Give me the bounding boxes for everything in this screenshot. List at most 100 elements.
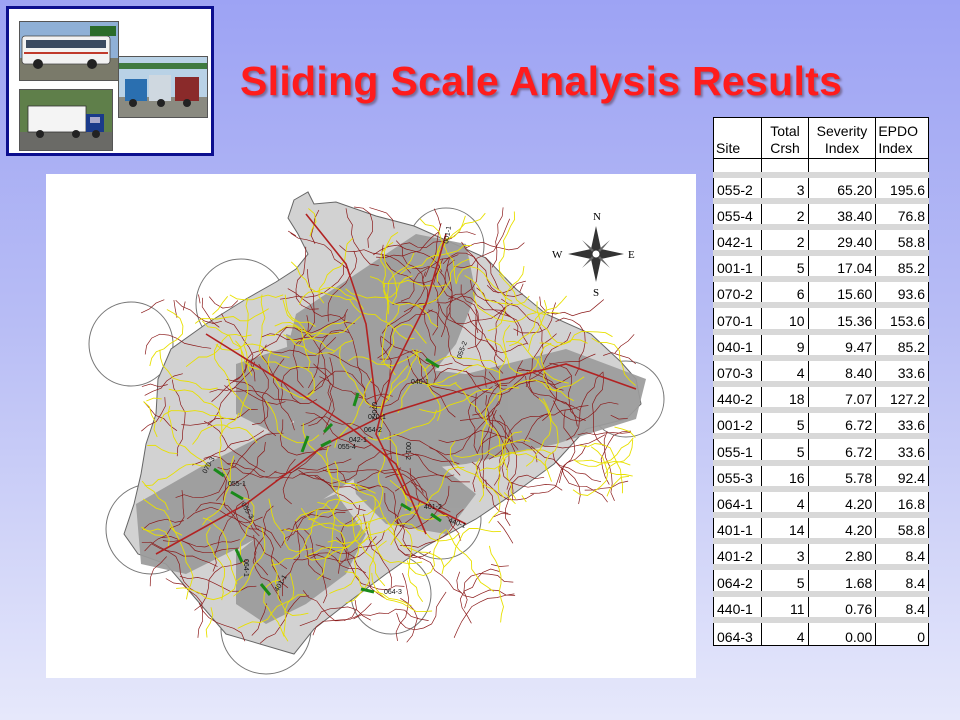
road-segment [519,283,524,293]
table-row: 055-2 3 65.20 195.6 [712,171,929,202]
cell-epdo-index: 33.6 [875,407,929,437]
cell-site: 070-1 [712,302,763,333]
road-segment [498,211,516,278]
cell-epdo-index: 127.2 [875,380,929,411]
compass-e: E [628,249,635,261]
road-segment [497,520,514,544]
table-row: 401-2 3 2.80 8.4 [712,538,929,568]
cell-total-crsh: 3 [761,538,809,568]
road-segment [605,439,634,475]
cell-site: 064-3 [712,616,763,647]
table-row: 064-3 4 0.00 0 [712,616,929,647]
cell-severity-index: 1.68 [807,564,877,595]
table-row: 055-4 2 38.40 76.8 [712,197,929,228]
site-label: 042-1 [349,437,367,444]
cell-site: 401-1 [712,511,763,542]
cell-epdo-index: 153.6 [875,302,929,333]
table-row: 001-1 5 17.04 85.2 [712,250,929,280]
site-label: 055-1 [228,481,246,488]
table-spacer-row [712,158,929,175]
road-segment [491,564,509,567]
cell-severity-index: 29.40 [807,223,877,254]
cell-site: 001-2 [712,407,763,437]
cell-total-crsh: 16 [761,459,809,490]
road-segment [453,593,515,638]
cell-total-crsh: 5 [761,433,809,464]
table-row: 070-1 10 15.36 153.6 [712,302,929,333]
cell-epdo-index: 33.6 [875,354,929,385]
cell-site: 064-2 [712,564,763,595]
cell-epdo-index: 33.6 [875,433,929,464]
cell-severity-index: 0.76 [807,590,877,621]
table-row: 440-2 18 7.07 127.2 [712,380,929,411]
cell-epdo-index: 92.4 [875,459,929,490]
cell-severity-index: 7.07 [807,380,877,411]
cell-epdo-index: 58.8 [875,223,929,254]
cell-epdo-index: 8.4 [875,590,929,621]
slide-title: Sliding Scale Analysis Results [240,58,843,104]
cell-site: 064-1 [712,485,763,516]
table-row: 055-1 5 6.72 33.6 [712,433,929,464]
compass-rose-icon: N S E W [552,211,635,299]
cell-site: 440-1 [712,590,763,621]
trucks-photo [118,56,208,118]
cell-epdo-index: 76.8 [875,197,929,228]
header-severity-index: Severity Index [807,117,877,159]
cell-site: 440-2 [712,380,763,411]
road-segment [606,475,630,497]
cell-total-crsh: 10 [761,302,809,333]
cell-total-crsh: 4 [761,616,809,647]
cell-severity-index: 15.36 [807,302,877,333]
road-segment [288,230,297,237]
cell-total-crsh: 5 [761,250,809,280]
table-row: 401-1 14 4.20 58.8 [712,511,929,542]
table-row: 440-1 11 0.76 8.4 [712,590,929,621]
results-table: Site Total Crsh Severity Index EPDO Index 0… [712,117,929,647]
cell-epdo-index: 93.6 [875,276,929,306]
cell-severity-index: 0.00 [807,616,877,647]
compass-w: W [552,249,563,261]
site-label: 064-3 [384,589,402,596]
cell-severity-index: 4.20 [807,485,877,516]
cell-total-crsh: 2 [761,223,809,254]
cell-severity-index: 4.20 [807,511,877,542]
cell-site: 401-2 [712,538,763,568]
bus-photo [19,21,119,81]
table-row: 042-1 2 29.40 58.8 [712,223,929,254]
site-label: 001-2 [404,442,411,460]
table-header-row: Site Total Crsh Severity Index EPDO Index [712,117,929,159]
cell-severity-index: 6.72 [807,407,877,437]
site-label: 064-1 [242,559,249,577]
cell-total-crsh: 5 [761,564,809,595]
table-row: 070-2 6 15.60 93.6 [712,276,929,306]
cell-site: 070-2 [712,276,763,306]
cell-epdo-index: 195.6 [875,171,929,202]
table-row: 064-2 5 1.68 8.4 [712,564,929,595]
cell-site: 070-3 [712,354,763,385]
cell-epdo-index: 58.8 [875,511,929,542]
header-total-crsh: Total Crsh [761,117,809,159]
road-segment [614,334,635,354]
cell-total-crsh: 6 [761,276,809,306]
cell-severity-index: 8.40 [807,354,877,385]
cell-epdo-index: 8.4 [875,564,929,595]
cell-epdo-index: 8.4 [875,538,929,568]
compass-s: S [593,287,599,299]
cell-site: 040-1 [712,328,763,359]
cell-severity-index: 2.80 [807,538,877,568]
cell-severity-index: 6.72 [807,433,877,464]
table-row: 064-1 4 4.20 16.8 [712,485,929,516]
site-label: 064-2 [364,427,382,434]
cell-epdo-index: 85.2 [875,328,929,359]
cell-site: 042-1 [712,223,763,254]
road-segment [456,571,516,598]
cell-site: 001-1 [712,250,763,280]
county-map: 001-1 055-2 040-1 070-2 070-1 064-2 042-1 055-4… [46,174,696,678]
cell-total-crsh: 4 [761,485,809,516]
table-row: 070-3 4 8.40 33.6 [712,354,929,385]
cell-severity-index: 5.78 [807,459,877,490]
cell-total-crsh: 14 [761,511,809,542]
road-segment [182,301,186,311]
road-segment [463,573,514,609]
table-row: 040-1 9 9.47 85.2 [712,328,929,359]
